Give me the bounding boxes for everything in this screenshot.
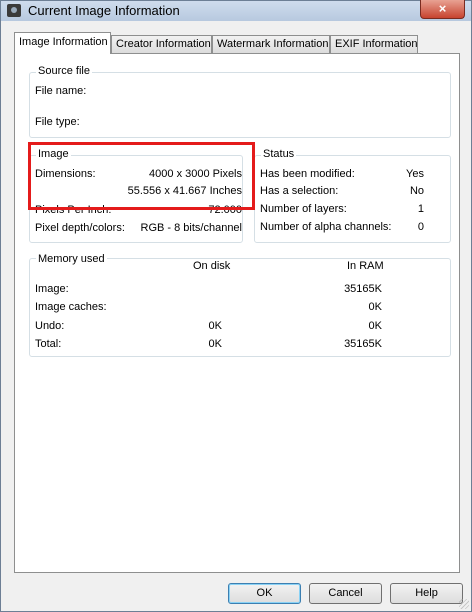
source-file-group: Source file File name: File type: xyxy=(29,65,451,138)
memory-used-title: Memory used xyxy=(36,253,107,265)
tab-watermark-information[interactable]: Watermark Information xyxy=(212,35,330,53)
status-value: Yes xyxy=(406,168,424,180)
status-label: Number of layers: xyxy=(260,203,347,215)
status-label: Has a selection: xyxy=(260,185,339,197)
tab-panel-image-information: Source file File name: File type: Image … xyxy=(14,53,460,573)
status-value: No xyxy=(409,185,424,197)
tab-image-information[interactable]: Image Information xyxy=(14,32,111,54)
camera-app-icon xyxy=(7,4,21,17)
resize-grip-icon[interactable] xyxy=(459,599,469,609)
memory-row-label: Image caches: xyxy=(35,301,107,313)
window-title: Current Image Information xyxy=(28,3,180,18)
file-type-label: File type: xyxy=(35,116,80,128)
source-file-title: Source file xyxy=(36,65,92,77)
tab-exif-information[interactable]: EXIF Information xyxy=(330,35,418,53)
memory-row-label: Image: xyxy=(35,283,69,295)
ppi-label: Pixels Per Inch: xyxy=(35,204,112,216)
memory-row-disk: 0K xyxy=(208,338,222,350)
ok-button[interactable]: OK xyxy=(228,583,301,604)
dimensions-label: Dimensions: xyxy=(35,168,96,180)
pixel-depth-label: Pixel depth/colors: xyxy=(35,222,125,234)
ppi-value: 72.000 xyxy=(208,204,242,216)
memory-row-label: Undo: xyxy=(35,320,65,332)
memory-used-group: Memory used On disk In RAM Image: 35165K… xyxy=(29,253,451,357)
memory-row-label: Total: xyxy=(35,338,62,350)
image-group-title: Image xyxy=(36,148,71,160)
status-value: 1 xyxy=(417,203,424,215)
help-button[interactable]: Help xyxy=(390,583,463,604)
close-button[interactable]: × xyxy=(420,0,465,19)
memory-row-ram: 35165K xyxy=(344,338,382,350)
status-label: Number of alpha channels: xyxy=(260,221,392,233)
status-group: Status Has been modified: Yes Has a sele… xyxy=(254,148,451,243)
cancel-button[interactable]: Cancel xyxy=(309,583,382,604)
in-ram-header: In RAM xyxy=(347,260,384,272)
memory-row-disk: 0K xyxy=(208,320,222,332)
memory-row-ram: 0K xyxy=(368,301,382,313)
status-label: Has been modified: xyxy=(260,168,355,180)
status-group-title: Status xyxy=(261,148,297,160)
tab-creator-information[interactable]: Creator Information xyxy=(111,35,212,53)
dimensions-inches-value: 55.556 x 41.667 Inches xyxy=(127,185,242,197)
memory-row-ram: 35165K xyxy=(344,283,382,295)
title-bar[interactable]: Current Image Information × xyxy=(1,0,471,21)
on-disk-header: On disk xyxy=(193,260,231,272)
memory-row-ram: 0K xyxy=(368,320,382,332)
image-group: Image Dimensions: 4000 x 3000 Pixels 55.… xyxy=(29,148,243,243)
pixel-depth-value: RGB - 8 bits/channel xyxy=(140,222,243,234)
status-value: 0 xyxy=(417,221,424,233)
image-info-dialog: Current Image Information × Image Inform… xyxy=(0,0,472,612)
dimensions-pixels-value: 4000 x 3000 Pixels xyxy=(149,168,242,180)
file-name-label: File name: xyxy=(35,85,87,97)
